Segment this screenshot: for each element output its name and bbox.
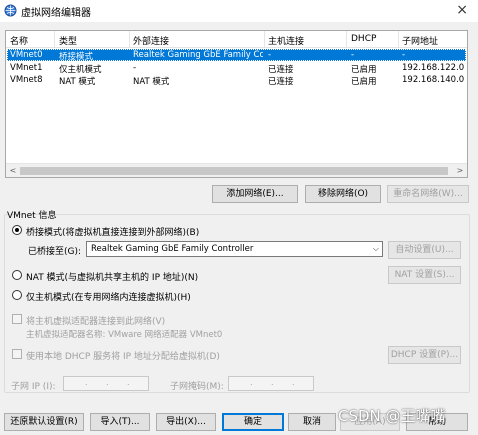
- bridged-radio[interactable]: [12, 225, 22, 235]
- subnet-mask-field[interactable]: . . .: [228, 376, 314, 391]
- use-dhcp-checkbox[interactable]: [12, 349, 22, 359]
- cell-name: VMnet8: [10, 75, 43, 85]
- scroll-left-icon[interactable]: <: [8, 165, 18, 176]
- bridged-to-value: Realtek Gaming GbE Family Controller: [91, 244, 254, 254]
- table-row[interactable]: VMnet8 NAT 模式 NAT 模式 已连接 已启用 192.168.140…: [7, 74, 466, 87]
- restore-defaults-button[interactable]: 还原默认设置(R): [4, 413, 84, 431]
- window-title: 虚拟网络编辑器: [21, 8, 91, 19]
- subnet-mask-label: 子网掩码(M):: [170, 382, 224, 392]
- close-icon[interactable]: ×: [456, 2, 468, 18]
- cell-type: NAT 模式: [59, 77, 96, 87]
- connect-adapter-label[interactable]: 将主机虚拟适配器连接到此网络(V): [26, 314, 165, 327]
- cell-name: VMnet0: [10, 50, 43, 60]
- column-header-external[interactable]: 外部连接: [133, 34, 169, 47]
- nat-radio[interactable]: [12, 270, 22, 280]
- ok-button[interactable]: 确定: [222, 413, 284, 431]
- cell-name: VMnet1: [10, 63, 43, 73]
- bridged-radio-label[interactable]: 桥接模式(将虚拟机直接连接到外部网络)(B): [26, 225, 199, 238]
- import-button[interactable]: 导入(T)...: [90, 413, 150, 431]
- remove-network-button[interactable]: 移除网络(O): [305, 185, 381, 203]
- column-header-name[interactable]: 名称: [10, 34, 28, 47]
- virtual-network-editor-icon: [4, 4, 17, 17]
- cell-dhcp: 已启用: [351, 77, 377, 87]
- cell-external: NAT 模式: [133, 77, 170, 87]
- cell-subnet: 192.168.140.0: [402, 75, 465, 85]
- hostonly-radio-label[interactable]: 仅主机模式(在专用网络内连接虚拟机)(H): [26, 290, 191, 303]
- hostonly-radio[interactable]: [12, 290, 22, 300]
- cancel-button[interactable]: 取消: [288, 413, 336, 431]
- cell-external: Realtek Gaming GbE Family Co...: [133, 50, 263, 60]
- subnet-ip-label: 子网 IP (I):: [11, 382, 56, 392]
- nat-settings-button[interactable]: NAT 设置(S)...: [388, 266, 461, 284]
- horizontal-scrollbar[interactable]: < >: [6, 163, 467, 177]
- auto-settings-button[interactable]: 自动设置(U)...: [388, 241, 461, 259]
- connect-adapter-checkbox[interactable]: [12, 314, 22, 324]
- bridged-to-label: 已桥接至(G):: [28, 247, 82, 257]
- column-header-subnet[interactable]: 子网地址: [402, 34, 438, 47]
- cell-type: 桥接模式: [59, 52, 94, 62]
- chevron-down-icon: ⌵: [372, 244, 379, 253]
- subnet-ip-field[interactable]: . . .: [63, 376, 149, 391]
- network-list[interactable]: 名称 类型 外部连接 主机连接 DHCP 子网地址 VMnet0 桥接模式 Re…: [5, 30, 468, 178]
- rename-network-button[interactable]: 重命名网络(W)...: [387, 185, 469, 203]
- vmnet-info-label: VMnet 信息: [7, 211, 57, 221]
- adapter-name-label: 主机虚拟适配器名称: VMware 网络适配器 VMnet0: [26, 330, 223, 340]
- list-header: 名称 类型 外部连接 主机连接 DHCP 子网地址: [6, 31, 467, 48]
- cell-host: -: [268, 50, 272, 60]
- title-bar: 虚拟网络编辑器 ×: [0, 0, 478, 22]
- table-row[interactable]: VMnet1 仅主机模式 - 已连接 已启用 192.168.122.0: [7, 62, 466, 75]
- cell-subnet: 192.168.122.0: [402, 63, 465, 73]
- export-button[interactable]: 导出(X)...: [156, 413, 216, 431]
- nat-radio-label[interactable]: NAT 模式(与虚拟机共享主机的 IP 地址)(N): [26, 270, 198, 283]
- use-dhcp-label[interactable]: 使用本地 DHCP 服务将 IP 地址分配给虚拟机(D): [26, 349, 220, 362]
- column-header-dhcp[interactable]: DHCP: [351, 34, 376, 44]
- add-network-button[interactable]: 添加网络(E)...: [212, 185, 298, 203]
- column-header-host[interactable]: 主机连接: [268, 34, 304, 47]
- bridged-to-select[interactable]: Realtek Gaming GbE Family Controller ⌵: [86, 241, 383, 257]
- watermark: CSDN @王嘴嘴: [338, 407, 446, 425]
- cell-dhcp: -: [351, 50, 355, 60]
- cell-subnet: -: [402, 50, 406, 60]
- cell-external: -: [133, 63, 137, 73]
- dhcp-settings-button[interactable]: DHCP 设置(P)...: [388, 346, 461, 364]
- scrollbar-thumb[interactable]: [20, 167, 448, 175]
- cell-host: 已连接: [268, 77, 294, 87]
- table-row[interactable]: VMnet0 桥接模式 Realtek Gaming GbE Family Co…: [7, 49, 466, 62]
- scroll-right-icon[interactable]: >: [455, 165, 465, 176]
- column-header-type[interactable]: 类型: [59, 34, 77, 47]
